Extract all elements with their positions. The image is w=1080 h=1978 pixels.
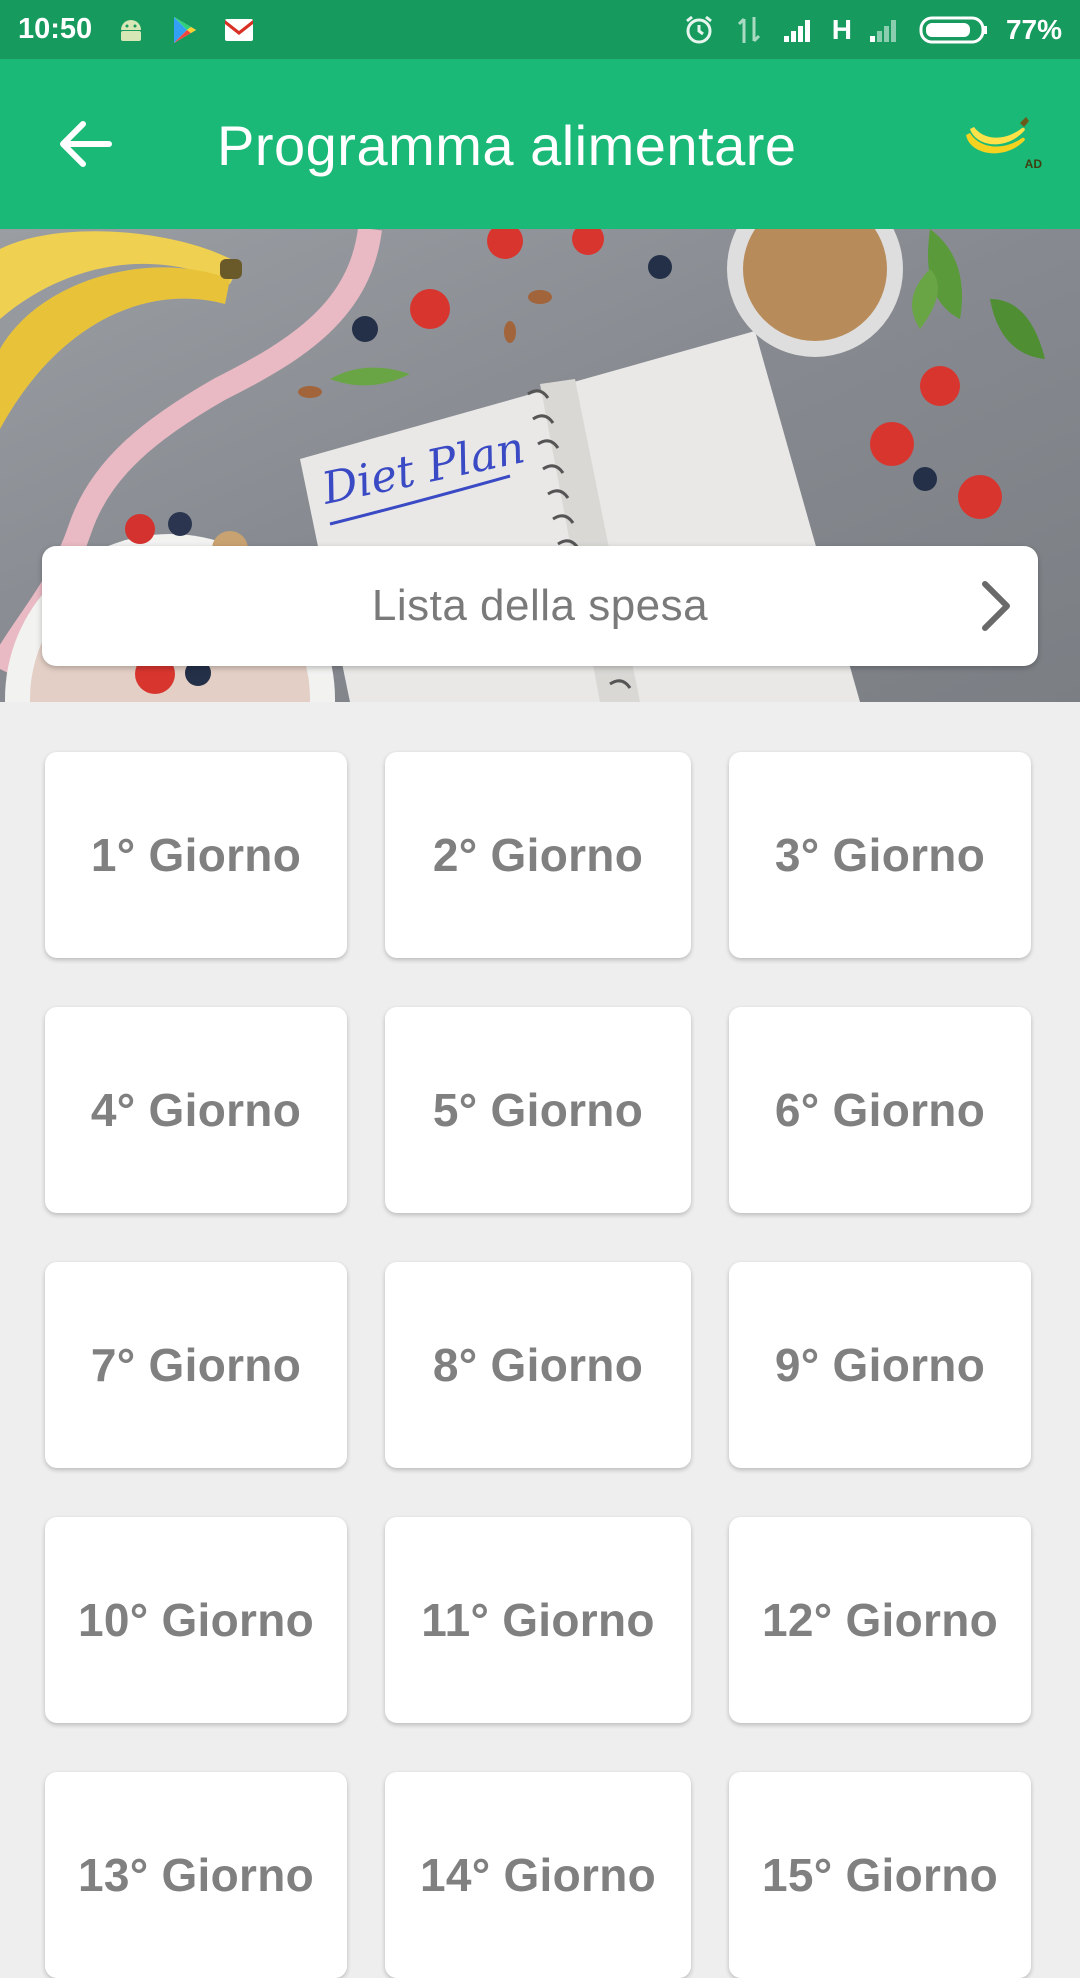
day-card-10[interactable]: 10° Giorno xyxy=(45,1517,347,1723)
day-label: 15° Giorno xyxy=(761,1849,999,1901)
signal-icon-2 xyxy=(868,13,902,47)
shopping-list-button[interactable]: Lista della spesa xyxy=(42,546,1038,666)
day-card-5[interactable]: 5° Giorno xyxy=(385,1007,691,1213)
notification-icons xyxy=(114,13,256,47)
day-card-11[interactable]: 11° Giorno xyxy=(385,1517,691,1723)
data-arrows-icon xyxy=(732,13,766,47)
day-label: 5° Giorno xyxy=(432,1084,644,1136)
day-card-12[interactable]: 12° Giorno xyxy=(729,1517,1031,1723)
day-card-14[interactable]: 14° Giorno xyxy=(385,1772,691,1978)
android-icon xyxy=(114,13,148,47)
day-grid: 1° Giorno 2° Giorno 3° Giorno 4° Giorno 5° G… xyxy=(45,752,1035,1978)
signal-icon xyxy=(782,13,816,47)
day-card-13[interactable]: 13° Giorno xyxy=(45,1772,347,1978)
gmail-icon xyxy=(222,13,256,47)
alarm-icon xyxy=(682,13,716,47)
shopping-list-label: Lista della spesa xyxy=(371,581,709,630)
day-label: 2° Giorno xyxy=(432,829,644,881)
day-label: 4° Giorno xyxy=(90,1084,302,1136)
app-bar: Programma alimentare AD xyxy=(0,59,1080,229)
battery-percent: 77% xyxy=(1005,13,1062,45)
day-card-7[interactable]: 7° Giorno xyxy=(45,1262,347,1468)
day-label: 14° Giorno xyxy=(419,1849,657,1901)
battery-icon xyxy=(918,13,990,47)
ad-label: AD xyxy=(1024,157,1042,171)
status-time: 10:50 xyxy=(18,13,93,45)
day-label: 11° Giorno xyxy=(421,1594,655,1646)
chevron-right-icon xyxy=(982,581,1010,631)
day-label: 1° Giorno xyxy=(90,829,302,881)
day-label: 6° Giorno xyxy=(774,1084,986,1136)
page-title: Programma alimentare xyxy=(217,114,797,177)
status-bar: 10:50 H 77% xyxy=(0,0,1080,59)
day-card-4[interactable]: 4° Giorno xyxy=(45,1007,347,1213)
day-label: 9° Giorno xyxy=(774,1339,986,1391)
day-card-2[interactable]: 2° Giorno xyxy=(385,752,691,958)
network-type: H xyxy=(831,13,852,45)
day-card-8[interactable]: 8° Giorno xyxy=(385,1262,691,1468)
arrow-left-icon xyxy=(60,121,112,167)
day-label: 12° Giorno xyxy=(761,1594,999,1646)
day-label: 3° Giorno xyxy=(774,829,986,881)
day-card-1[interactable]: 1° Giorno xyxy=(45,752,347,958)
ad-button[interactable]: AD xyxy=(960,111,1042,177)
banana-icon xyxy=(966,117,1029,154)
day-label: 7° Giorno xyxy=(90,1339,302,1391)
day-label: 13° Giorno xyxy=(77,1849,315,1901)
day-card-3[interactable]: 3° Giorno xyxy=(729,752,1031,958)
play-store-icon xyxy=(168,13,202,47)
day-label: 8° Giorno xyxy=(432,1339,644,1391)
day-card-9[interactable]: 9° Giorno xyxy=(729,1262,1031,1468)
day-card-6[interactable]: 6° Giorno xyxy=(729,1007,1031,1213)
day-label: 10° Giorno xyxy=(77,1594,315,1646)
system-icons: H 77% xyxy=(682,13,1062,47)
back-button[interactable] xyxy=(50,114,120,174)
day-card-15[interactable]: 15° Giorno xyxy=(729,1772,1031,1978)
